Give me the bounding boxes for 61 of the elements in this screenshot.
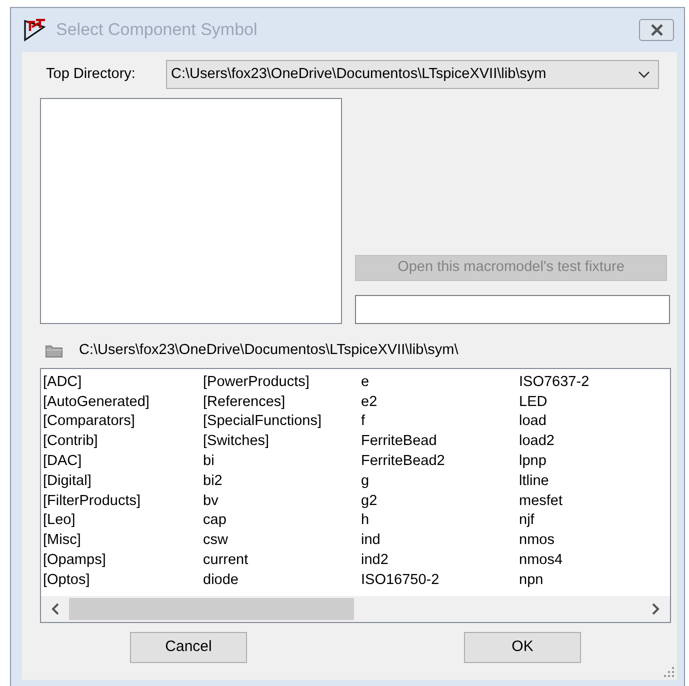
file-list-item[interactable]: bv [203,492,361,512]
file-list-item[interactable]: [ADC] [43,372,203,393]
file-list-item[interactable]: [FilterProducts] [43,492,203,512]
scroll-left-icon [51,602,60,615]
current-path-text: C:\Users\fox23\OneDrive\Documentos\LTspiceXVII\lib\sym\ [79,341,458,360]
top-directory-label: Top Directory: [46,64,136,84]
file-list-item[interactable]: cap [203,511,361,532]
file-list-item[interactable]: diode [203,570,361,591]
folder-icon [45,343,63,358]
file-list-item[interactable]: nmos [519,531,659,551]
file-list-item[interactable]: nmos4 [519,550,659,571]
file-list-item[interactable]: [DAC] [43,452,203,472]
horizontal-scrollbar[interactable] [41,596,670,622]
file-list-item[interactable]: njf [519,511,659,532]
file-list-item[interactable]: LED [519,392,659,412]
file-list-item[interactable]: npn [519,570,659,591]
file-list-item[interactable]: current [203,550,361,571]
file-list-item[interactable]: e [361,372,519,393]
file-list-item[interactable]: load [519,412,659,432]
file-list-item[interactable]: load2 [519,432,659,452]
text-field[interactable] [355,295,670,324]
ok-button[interactable]: OK [464,632,581,663]
caret-icon [638,70,650,78]
file-list-item[interactable]: [Misc] [43,531,203,551]
file-list-item[interactable]: e2 [361,392,519,412]
file-list-item[interactable]: ind2 [361,550,519,571]
file-list-item[interactable]: [Switches] [203,432,361,452]
file-list-item[interactable]: ltline [519,472,659,492]
close-button[interactable] [639,19,674,41]
file-list-item[interactable]: f [361,412,519,432]
cancel-button[interactable]: Cancel [130,632,247,663]
file-list-item[interactable]: [Digital] [43,472,203,492]
file-list-item[interactable]: [Comparators] [43,412,203,432]
file-list-item[interactable]: [Opamps] [43,550,203,571]
app-logo-icon [23,18,48,42]
file-list-item[interactable]: [SpecialFunctions] [203,412,361,432]
file-list-item[interactable]: [AutoGenerated] [43,392,203,412]
file-list-item[interactable]: g2 [361,492,519,512]
file-list-item[interactable]: [References] [203,392,361,412]
file-list-item[interactable]: [Leo] [43,511,203,532]
window-title: Select Component Symbol [56,19,258,42]
file-list-item[interactable]: FerriteBead2 [361,452,519,472]
directory-dropdown[interactable]: C:\Users\fox23\OneDrive\Documentos\LTspiceXVII\lib\sym [166,60,659,89]
file-list-item[interactable]: ISO16750-2 [361,570,519,591]
file-list-item[interactable]: g [361,472,519,492]
file-list-item[interactable]: h [361,511,519,532]
resize-grip-icon [664,667,674,677]
file-list-item[interactable]: ind [361,531,519,551]
file-list-item[interactable]: [Contrib] [43,432,203,452]
file-list-item[interactable]: FerriteBead [361,432,519,452]
file-list-item[interactable]: [PowerProducts] [203,372,361,393]
file-list-item[interactable]: bi2 [203,472,361,492]
file-list-item[interactable]: bi [203,452,361,472]
file-list-item[interactable]: lpnp [519,452,659,472]
scroll-right-icon [651,602,660,615]
file-list-item[interactable]: [Optos] [43,570,203,591]
file-list-item[interactable]: ISO7637-2 [519,372,659,393]
close-icon [650,24,664,36]
file-list-item[interactable]: mesfet [519,492,659,512]
file-list-item[interactable]: csw [203,531,361,551]
scroll-thumb[interactable] [69,598,354,620]
